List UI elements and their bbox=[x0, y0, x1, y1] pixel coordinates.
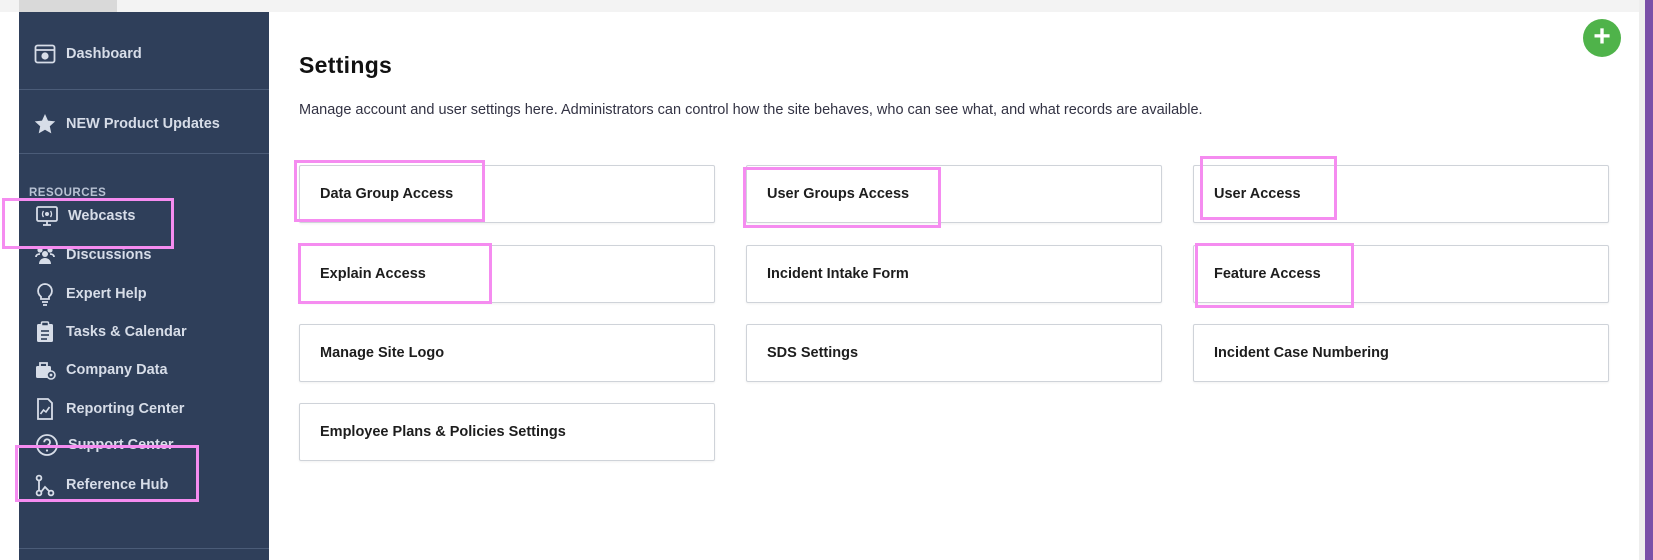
webcast-icon bbox=[36, 206, 58, 226]
card-label: Incident Intake Form bbox=[767, 266, 909, 282]
sidebar-divider bbox=[19, 153, 269, 154]
sidebar-item-tasks-calendar[interactable]: Tasks & Calendar bbox=[33, 320, 187, 344]
sidebar-item-support-center[interactable]: Support Center bbox=[35, 433, 174, 457]
top-tab[interactable] bbox=[19, 0, 117, 12]
page-description: Manage account and user settings here. A… bbox=[299, 102, 1203, 118]
card-label: Incident Case Numbering bbox=[1214, 345, 1389, 361]
card-explain-access[interactable]: Explain Access bbox=[299, 245, 715, 303]
resources-heading: RESOURCES bbox=[29, 187, 107, 199]
card-data-group-access[interactable]: Data Group Access bbox=[299, 165, 715, 223]
sidebar-item-reference-hub[interactable]: Reference Hub bbox=[33, 473, 168, 497]
sidebar-item-discussions[interactable]: Discussions bbox=[33, 243, 151, 267]
sidebar-item-dashboard[interactable]: Dashboard bbox=[33, 42, 142, 66]
sidebar-item-product-updates[interactable]: NEW Product Updates bbox=[33, 112, 220, 136]
add-button[interactable]: + bbox=[1583, 19, 1621, 57]
star-icon bbox=[34, 114, 56, 134]
top-bar bbox=[0, 0, 1653, 12]
sidebar-item-label: Webcasts bbox=[68, 208, 136, 224]
card-label: User Access bbox=[1214, 186, 1301, 202]
card-label: User Groups Access bbox=[767, 186, 910, 202]
card-user-access[interactable]: User Access bbox=[1193, 165, 1609, 223]
card-label: Employee Plans & Policies Settings bbox=[320, 424, 566, 440]
page-title: Settings bbox=[299, 52, 393, 78]
sidebar-item-label: Support Center bbox=[68, 437, 174, 453]
card-sds-settings[interactable]: SDS Settings bbox=[746, 324, 1162, 382]
sidebar-item-label: Tasks & Calendar bbox=[66, 324, 187, 340]
card-label: Data Group Access bbox=[320, 186, 454, 202]
report-icon bbox=[37, 398, 53, 420]
card-feature-access[interactable]: Feature Access bbox=[1193, 245, 1609, 303]
left-gutter bbox=[0, 12, 19, 560]
dashboard-icon bbox=[34, 44, 56, 64]
hub-icon bbox=[35, 474, 55, 497]
lightbulb-icon bbox=[37, 283, 53, 306]
sidebar-item-expert-help[interactable]: Expert Help bbox=[33, 282, 147, 306]
right-accent-bar bbox=[1645, 0, 1653, 560]
sidebar: Dashboard NEW Product Updates RESOURCES … bbox=[19, 12, 269, 560]
card-user-groups-access[interactable]: User Groups Access bbox=[746, 165, 1162, 223]
sidebar-item-label: Expert Help bbox=[66, 286, 147, 302]
card-label: SDS Settings bbox=[767, 345, 859, 361]
briefcase-icon bbox=[36, 362, 56, 380]
card-manage-site-logo[interactable]: Manage Site Logo bbox=[299, 324, 715, 382]
clipboard-icon bbox=[37, 321, 53, 342]
sidebar-item-label: Dashboard bbox=[66, 46, 142, 62]
question-icon bbox=[36, 434, 58, 456]
sidebar-item-label: Discussions bbox=[66, 247, 152, 263]
card-label: Manage Site Logo bbox=[320, 345, 445, 361]
sidebar-item-company-data[interactable]: Company Data bbox=[33, 358, 168, 382]
sidebar-item-label: Reporting Center bbox=[66, 401, 185, 417]
card-label: Feature Access bbox=[1214, 266, 1321, 282]
card-incident-case-numbering[interactable]: Incident Case Numbering bbox=[1193, 324, 1609, 382]
card-incident-intake-form[interactable]: Incident Intake Form bbox=[746, 245, 1162, 303]
sidebar-item-label: Company Data bbox=[66, 362, 168, 378]
card-employee-plans-policies-settings[interactable]: Employee Plans & Policies Settings bbox=[299, 403, 715, 461]
sidebar-divider bbox=[19, 548, 269, 549]
sidebar-item-label: Reference Hub bbox=[66, 477, 169, 493]
people-icon bbox=[35, 247, 55, 264]
sidebar-item-reporting-center[interactable]: Reporting Center bbox=[33, 397, 184, 421]
sidebar-item-webcasts[interactable]: Webcasts bbox=[35, 204, 135, 228]
sidebar-item-label: NEW Product Updates bbox=[66, 116, 220, 132]
card-label: Explain Access bbox=[320, 266, 426, 282]
sidebar-divider bbox=[19, 89, 269, 90]
